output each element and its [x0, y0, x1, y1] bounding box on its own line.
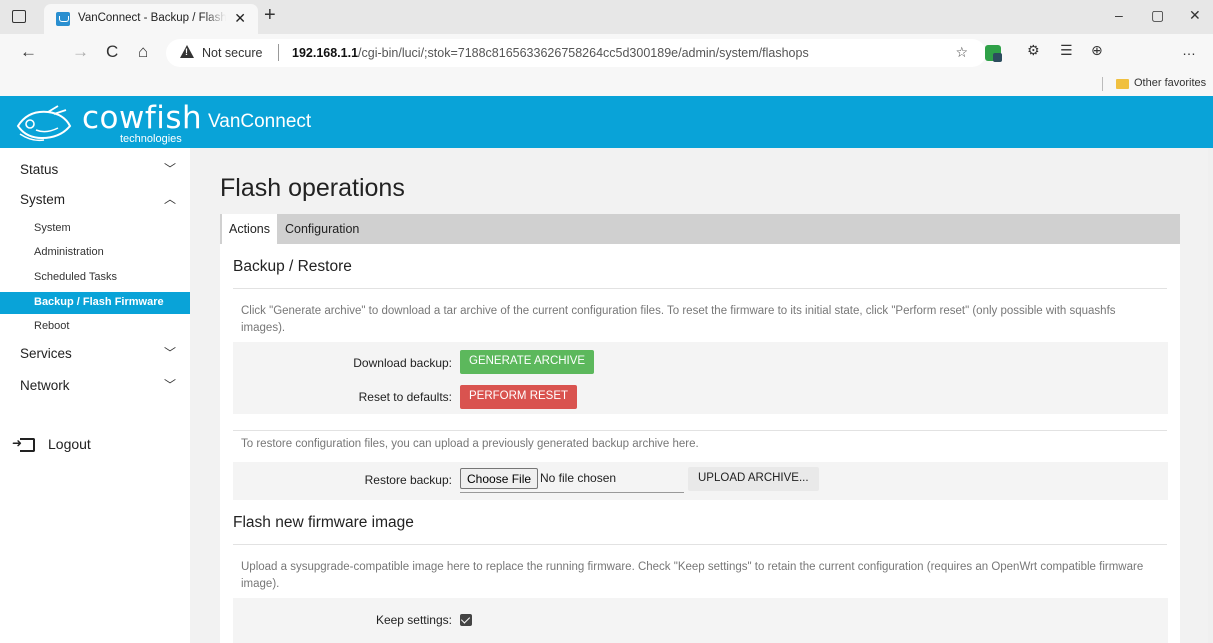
logo-subtext: technologies	[120, 133, 182, 145]
folder-icon	[1116, 79, 1129, 89]
url-text[interactable]: 192.168.1.1/cgi-bin/luci/;stok=7188c8165…	[292, 46, 809, 60]
restore-icon[interactable]: ▢	[1151, 7, 1164, 24]
no-file-text: No file chosen	[540, 471, 617, 485]
favorites-icon[interactable]: ☰	[1060, 42, 1073, 59]
restore-file-input[interactable]: Choose File No file chosen	[460, 467, 684, 493]
extension-badge-icon[interactable]	[985, 45, 1002, 62]
sidebar-item-label: Services	[20, 346, 72, 361]
main-content: Flash operations Actions Configuration B…	[190, 148, 1213, 643]
sidebar-subitem-reboot[interactable]: Reboot	[0, 316, 190, 338]
extensions-icon[interactable]: ⚙	[1027, 42, 1040, 59]
site-favicon-icon	[56, 12, 70, 26]
sidebar-item-label: Network	[20, 378, 70, 393]
tab-strip: Actions Configuration	[220, 214, 1180, 244]
sidebar-item-services[interactable]: Services ﹀	[0, 342, 190, 366]
section-divider	[233, 544, 1167, 545]
sidebar-item-label: System	[20, 192, 66, 207]
choose-file-button[interactable]: Choose File	[460, 468, 539, 489]
sidebar-subitem-backup-flash[interactable]: Backup / Flash Firmware	[0, 292, 190, 314]
browser-tab[interactable]: VanConnect - Backup / Flash Firmware ✕	[44, 4, 258, 34]
tab-actions-icon[interactable]	[12, 10, 26, 23]
sidebar-subitem-label: Reboot	[34, 320, 70, 332]
more-menu-icon[interactable]: …	[1182, 42, 1196, 58]
restore-backup-label: Restore backup:	[364, 473, 452, 487]
sidebar-subitem-label: System	[34, 222, 71, 234]
refresh-icon[interactable]: C	[106, 42, 118, 62]
sidebar-item-system[interactable]: System ︿	[0, 188, 190, 212]
url-path: /cgi-bin/luci/;stok=7188c816563362675826…	[358, 46, 809, 60]
logout-icon[interactable]	[12, 436, 35, 452]
download-backup-label: Download backup:	[353, 356, 452, 370]
warning-icon	[180, 45, 194, 58]
url-divider	[278, 44, 279, 61]
favorites-bar: Other favorites	[0, 72, 1213, 96]
close-window-icon[interactable]: ✕	[1189, 7, 1201, 24]
sidebar-subitem-system[interactable]: System	[0, 218, 190, 240]
close-tab-icon[interactable]: ✕	[234, 10, 246, 27]
forward-icon[interactable]: →	[72, 42, 89, 62]
backup-section-title: Backup / Restore	[233, 258, 352, 275]
sidebar-subitem-label: Backup / Flash Firmware	[34, 296, 164, 308]
chevron-down-icon: ﹀	[164, 378, 177, 392]
backup-description: Click "Generate archive" to download a t…	[241, 305, 1116, 334]
tab-actions[interactable]: Actions	[222, 214, 277, 244]
chevron-down-icon: ﹀	[164, 162, 177, 176]
upload-archive-button[interactable]: UPLOAD ARCHIVE...	[688, 467, 819, 491]
url-host: 192.168.1.1	[292, 46, 359, 60]
logout-link[interactable]: Logout	[48, 436, 91, 452]
reset-defaults-label: Reset to defaults:	[358, 390, 452, 404]
sidebar-item-status[interactable]: Status ﹀	[0, 158, 190, 182]
keep-settings-checkbox[interactable]	[460, 614, 472, 626]
tab-configuration[interactable]: Configuration	[278, 214, 366, 244]
perform-reset-button[interactable]: PERFORM RESET	[460, 385, 578, 409]
chevron-up-icon: ︿	[164, 192, 177, 206]
back-icon[interactable]: ←	[20, 42, 37, 62]
generate-archive-button[interactable]: GENERATE ARCHIVE	[460, 350, 595, 374]
app-title[interactable]: VanConnect	[208, 111, 311, 133]
sidebar-subitem-administration[interactable]: Administration	[0, 242, 190, 264]
minimize-icon[interactable]: –	[1115, 7, 1123, 23]
sidebar-item-label: Status	[20, 162, 59, 177]
app-header: cowfish technologies VanConnect	[0, 96, 1213, 148]
other-favorites-link[interactable]: Other favorites	[1134, 77, 1206, 89]
flash-description: Upload a sysupgrade-compatible image her…	[241, 561, 1144, 590]
sidebar-subitem-scheduled-tasks[interactable]: Scheduled Tasks	[0, 267, 190, 289]
collections-icon[interactable]: ⊕	[1091, 42, 1103, 59]
cowfish-logo-icon	[16, 105, 72, 142]
restore-description: To restore configuration files, you can …	[241, 438, 699, 450]
home-icon[interactable]: ⌂	[138, 42, 148, 62]
chevron-down-icon: ﹀	[164, 346, 177, 360]
not-secure-label[interactable]: Not secure	[202, 46, 262, 60]
browser-tab-title: VanConnect - Backup / Flash Firmware	[78, 12, 226, 24]
new-tab-icon[interactable]: +	[264, 4, 276, 27]
sidebar-subitem-label: Scheduled Tasks	[34, 271, 117, 283]
keep-settings-label: Keep settings:	[375, 613, 452, 627]
sidebar: Status ﹀ System ︿ System Administration …	[0, 148, 190, 643]
flash-section-title: Flash new firmware image	[233, 514, 414, 531]
sidebar-subitem-label: Administration	[34, 246, 104, 258]
section-divider	[233, 288, 1167, 289]
sidebar-item-network[interactable]: Network ﹀	[0, 374, 190, 398]
browser-tab-bar: VanConnect - Backup / Flash Firmware ✕ +…	[0, 0, 1213, 34]
favorites-divider	[1102, 77, 1103, 91]
page-scrollbar[interactable]	[1208, 148, 1213, 643]
logo-text: cowfish	[82, 100, 203, 136]
address-bar-row: ← → C ⌂ Not secure 192.168.1.1/cgi-bin/l…	[0, 34, 1213, 72]
section-divider	[233, 430, 1167, 431]
url-field[interactable]: Not secure 192.168.1.1/cgi-bin/luci/;sto…	[166, 39, 986, 67]
actions-panel: Backup / Restore Click "Generate archive…	[220, 244, 1180, 643]
add-favorite-icon[interactable]: ☆	[955, 44, 968, 61]
page-title: Flash operations	[220, 174, 405, 202]
